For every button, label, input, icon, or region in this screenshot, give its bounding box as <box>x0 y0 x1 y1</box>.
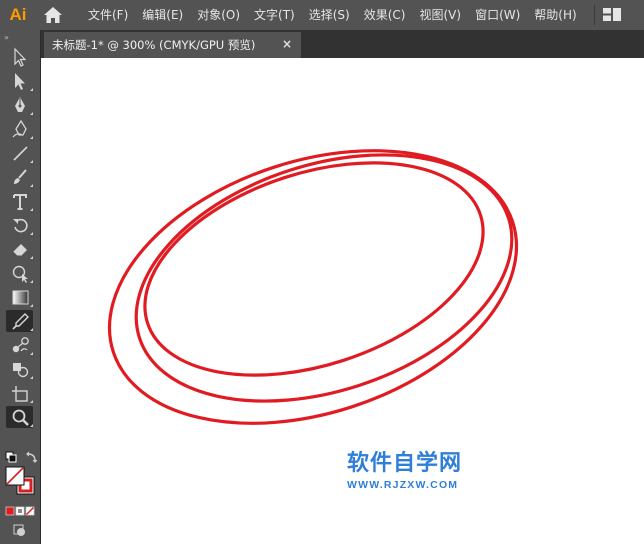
home-icon[interactable] <box>36 0 70 30</box>
curvature-tool[interactable] <box>6 118 33 140</box>
fill-swatch[interactable] <box>5 466 25 486</box>
type-icon <box>12 194 27 210</box>
tool-flyout-indicator <box>30 280 33 283</box>
shape-builder-icon <box>12 363 28 378</box>
zoom-icon <box>12 409 29 426</box>
document-tab-bar: 未标题-1* @ 300% (CMYK/GPU 预览) × <box>41 30 644 58</box>
tool-flyout-indicator <box>30 184 33 187</box>
menu-window[interactable]: 窗口(W) <box>468 0 527 30</box>
pen-icon <box>14 97 25 112</box>
artboard-tool[interactable] <box>6 382 33 404</box>
pen-tool[interactable] <box>6 94 33 116</box>
default-colors-icon[interactable] <box>5 451 17 463</box>
menu-file[interactable]: 文件(F) <box>81 0 135 30</box>
gradient-icon <box>12 290 28 305</box>
close-tab-icon[interactable]: × <box>282 37 292 51</box>
brush-icon <box>13 169 27 184</box>
watermark-url: WWW.RJZXW.COM <box>347 479 459 491</box>
zoom-tool[interactable] <box>6 406 33 428</box>
tool-flyout-indicator <box>30 376 33 379</box>
puppet-warp-tool[interactable] <box>6 262 33 284</box>
tool-flyout-indicator <box>30 88 33 91</box>
selection-arrow-icon <box>13 47 26 67</box>
watermark: 软件自学网 WWW.RJZXW.COM <box>347 450 497 492</box>
document-tab[interactable]: 未标题-1* @ 300% (CMYK/GPU 预览) × <box>44 32 301 58</box>
tool-flyout-indicator <box>30 304 33 307</box>
selection-tool[interactable] <box>6 46 33 68</box>
color-mode-icons[interactable] <box>5 506 35 516</box>
menu-object[interactable]: 对象(O) <box>190 0 247 30</box>
puppet-warp-icon <box>12 265 28 283</box>
menu-type[interactable]: 文字(T) <box>247 0 302 30</box>
tool-flyout-indicator <box>30 400 33 403</box>
tool-flyout-indicator <box>30 256 33 259</box>
rotate-icon <box>12 218 28 233</box>
line-segment-tool[interactable] <box>6 142 33 164</box>
curvature-icon <box>11 119 27 138</box>
type-tool[interactable] <box>6 190 33 212</box>
collapse-panel-icon[interactable]: » <box>0 30 40 44</box>
menu-help[interactable]: 帮助(H) <box>527 0 583 30</box>
menu-effect[interactable]: 效果(C) <box>357 0 413 30</box>
menu-select[interactable]: 选择(S) <box>302 0 357 30</box>
rotate-tool[interactable] <box>6 214 33 236</box>
tool-flyout-indicator <box>30 112 33 115</box>
workspace-switcher-icon[interactable] <box>595 0 631 30</box>
outer-ring[interactable] <box>74 102 551 471</box>
paintbrush-tool[interactable] <box>6 166 33 188</box>
menu-view[interactable]: 视图(V) <box>412 0 468 30</box>
color-controls <box>4 450 38 540</box>
tool-flyout-indicator <box>30 424 33 427</box>
artwork <box>74 102 551 471</box>
artboard-icon <box>11 386 28 402</box>
tool-flyout-indicator <box>30 136 33 139</box>
menu-edit[interactable]: 编辑(E) <box>135 0 190 30</box>
direct-selection-icon <box>14 73 25 90</box>
eyedropper-tool[interactable] <box>6 310 33 332</box>
gradient-tool[interactable] <box>6 286 33 308</box>
eyedropper-icon <box>11 313 29 330</box>
artboard-canvas[interactable]: 软件自学网 WWW.RJZXW.COM <box>41 58 644 544</box>
blend-icon <box>12 337 29 353</box>
tool-flyout-indicator <box>30 208 33 211</box>
tools-panel: » <box>0 30 41 544</box>
illustrator-logo: Ai <box>9 5 27 24</box>
line-icon <box>12 146 28 161</box>
eraser-tool[interactable] <box>6 238 33 260</box>
document-tab-title: 未标题-1* @ 300% (CMYK/GPU 预览) <box>52 38 256 52</box>
tool-flyout-indicator <box>30 328 33 331</box>
tool-flyout-indicator <box>30 160 33 163</box>
direct-selection-tool[interactable] <box>6 70 33 92</box>
tool-flyout-indicator <box>30 232 33 235</box>
eraser-icon <box>12 244 27 257</box>
menu-bar: Ai 文件(F) 编辑(E) 对象(O) 文字(T) 选择(S) 效果(C) 视图(V) 窗口… <box>0 0 644 30</box>
draw-mode-icon[interactable] <box>13 524 25 536</box>
watermark-title: 软件自学网 <box>347 451 463 476</box>
shape-builder-tool[interactable] <box>6 358 33 380</box>
swap-colors-icon[interactable] <box>26 451 38 464</box>
tool-flyout-indicator <box>30 352 33 355</box>
blend-tool[interactable] <box>6 334 33 356</box>
middle-ring[interactable] <box>105 111 544 446</box>
